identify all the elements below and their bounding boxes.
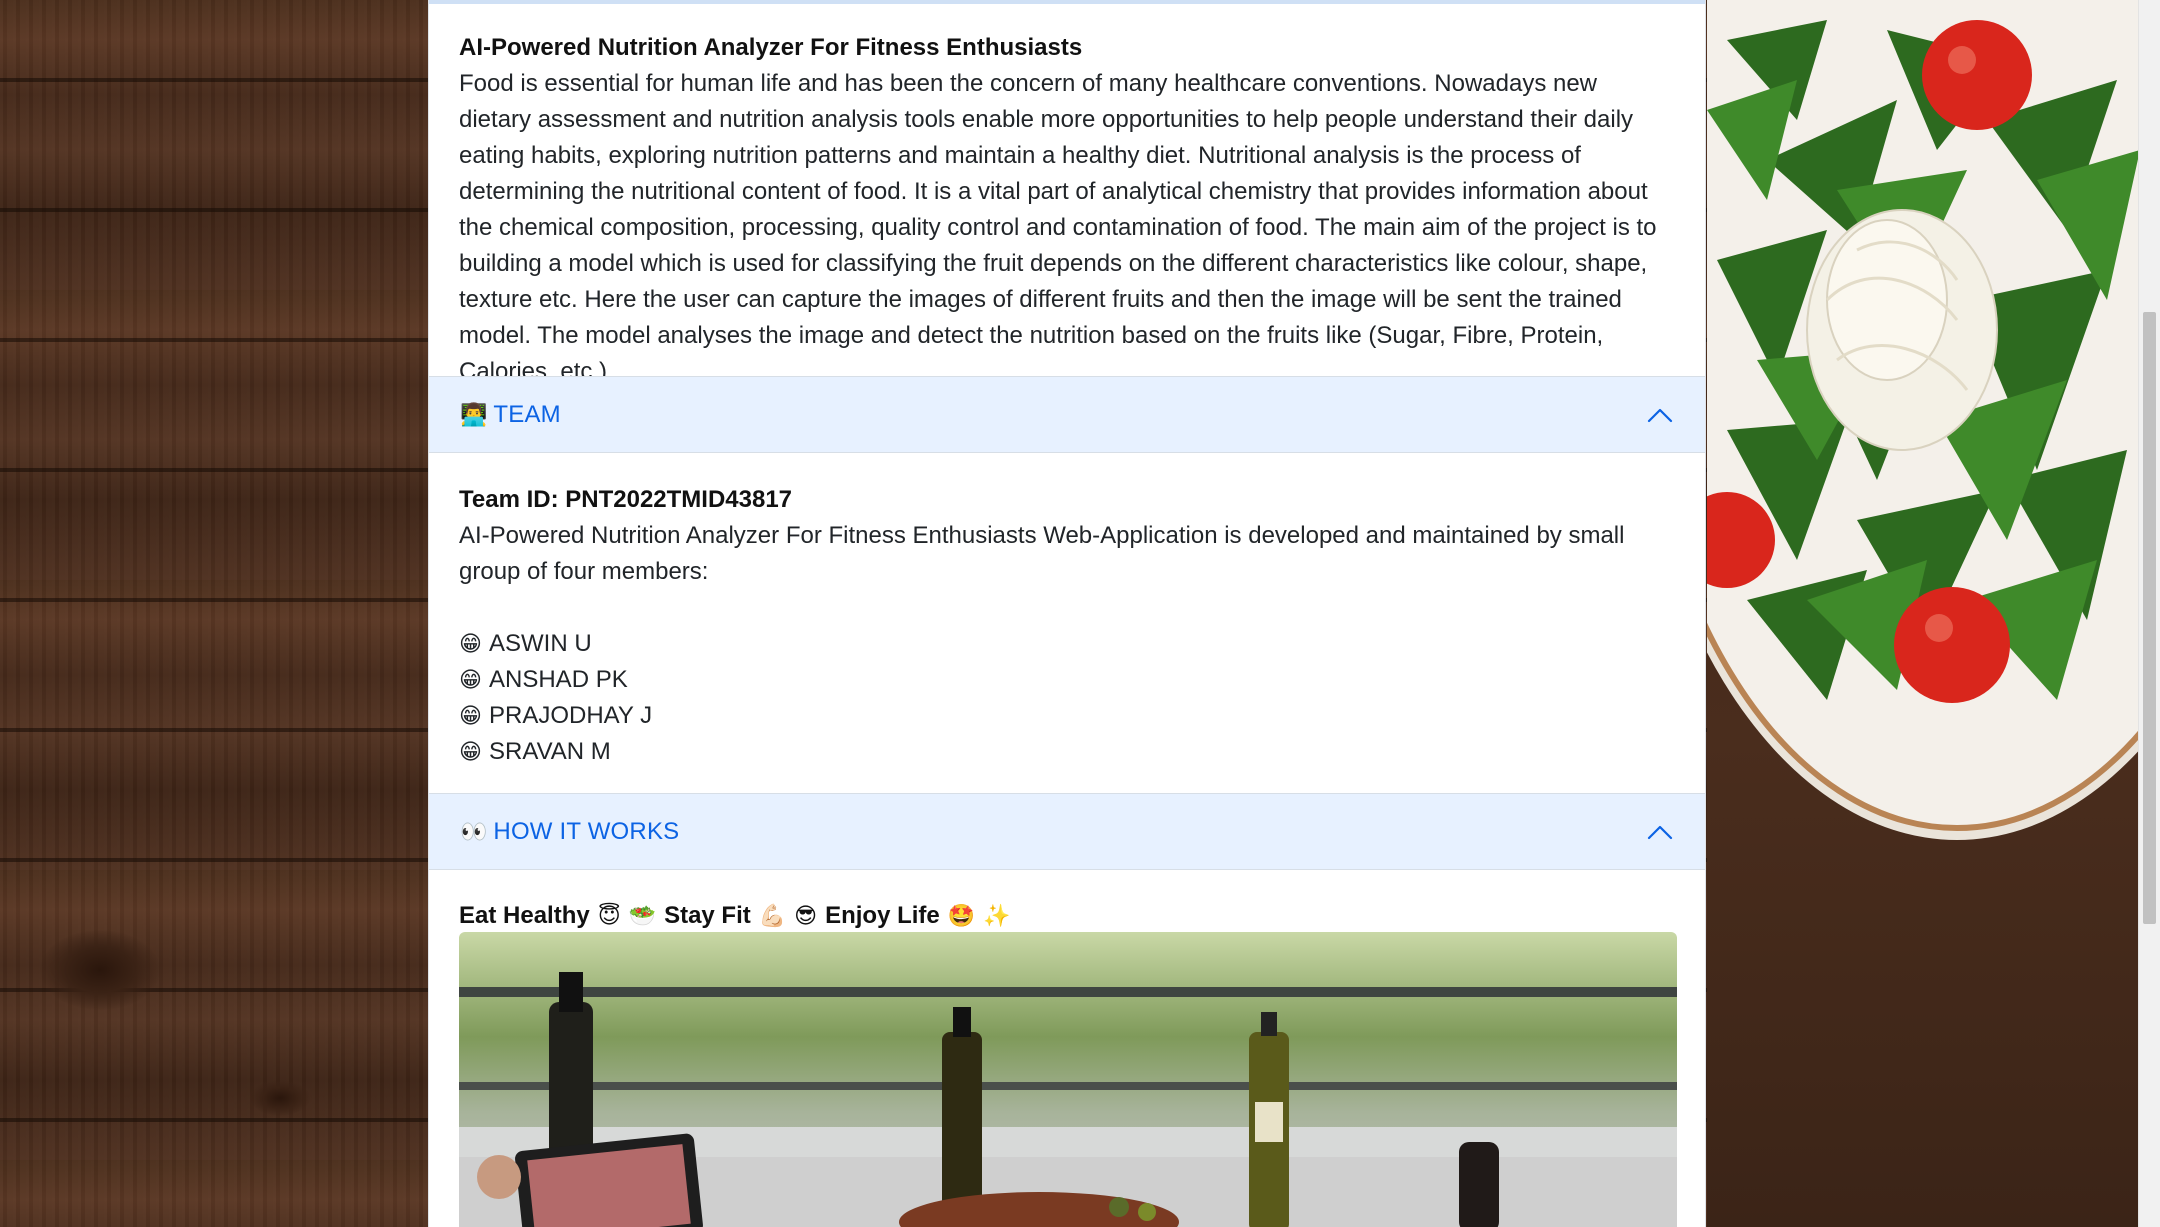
sparkles-icon: ✨ <box>983 903 1011 928</box>
about-section: AI-Powered Nutrition Analyzer For Fitnes… <box>459 30 1675 390</box>
dining-table-photo <box>459 932 1677 1227</box>
member-item: 😁 ANSHAD PK <box>459 662 1675 698</box>
member-name: ASWIN U <box>489 630 592 657</box>
grin-icon: 😁 <box>459 667 482 692</box>
technologist-icon: 👨‍💻 <box>460 401 488 427</box>
chevron-up-icon[interactable] <box>1647 403 1673 429</box>
member-item: 😁 SRAVAN M <box>459 734 1675 770</box>
how-it-works-accordion-label: HOW IT WORKS <box>493 817 680 845</box>
sunglasses-face-icon: 😎 <box>794 903 818 928</box>
chevron-up-icon[interactable] <box>1647 820 1673 846</box>
flexed-biceps-icon: 💪🏻 <box>758 903 787 928</box>
grin-icon: 😁 <box>459 739 482 764</box>
member-item: 😁 ASWIN U <box>459 626 1675 662</box>
wood-knot <box>250 1080 310 1116</box>
member-name: ANSHAD PK <box>489 666 628 693</box>
salad-plate-image <box>1707 0 2140 1227</box>
how-it-works-section: Eat Healthy 😇 🥗 Stay Fit 💪🏻 😎 Enjoy Life… <box>459 898 1675 934</box>
angel-face-icon: 😇 <box>597 903 621 928</box>
member-name: PRAJODHAY J <box>489 702 653 729</box>
team-intro: AI-Powered Nutrition Analyzer For Fitnes… <box>459 522 1625 585</box>
team-id: Team ID: PNT2022TMID43817 <box>459 486 793 513</box>
about-title: AI-Powered Nutrition Analyzer For Fitnes… <box>459 34 1083 61</box>
card-top-border <box>429 0 1705 4</box>
team-section: Team ID: PNT2022TMID43817 AI-Powered Nut… <box>459 482 1675 770</box>
salad-icon: 🥗 <box>628 903 657 928</box>
tagline-eat-healthy: Eat Healthy <box>459 902 590 929</box>
team-accordion-header[interactable]: 👨‍💻 TEAM <box>429 376 1705 453</box>
tagline-enjoy-life: Enjoy Life <box>825 902 940 929</box>
star-struck-icon: 🤩 <box>947 903 976 928</box>
page-scrollbar[interactable] <box>2138 0 2160 1227</box>
tagline-stay-fit: Stay Fit <box>664 902 751 929</box>
how-it-works-accordion-header[interactable]: 👀 HOW IT WORKS <box>429 793 1705 870</box>
wood-knot <box>40 930 160 1010</box>
grin-icon: 😁 <box>459 631 482 656</box>
member-name: SRAVAN M <box>489 738 611 765</box>
content-card: AI-Powered Nutrition Analyzer For Fitnes… <box>428 0 1706 1227</box>
grin-icon: 😁 <box>459 703 482 728</box>
scrollbar-thumb[interactable] <box>2143 312 2156 924</box>
member-item: 😁 PRAJODHAY J <box>459 698 1675 734</box>
team-accordion-label: TEAM <box>493 400 561 428</box>
eyes-icon: 👀 <box>460 818 488 844</box>
tagline: Eat Healthy 😇 🥗 Stay Fit 💪🏻 😎 Enjoy Life… <box>459 898 1675 934</box>
about-description: Food is essential for human life and has… <box>459 70 1657 385</box>
